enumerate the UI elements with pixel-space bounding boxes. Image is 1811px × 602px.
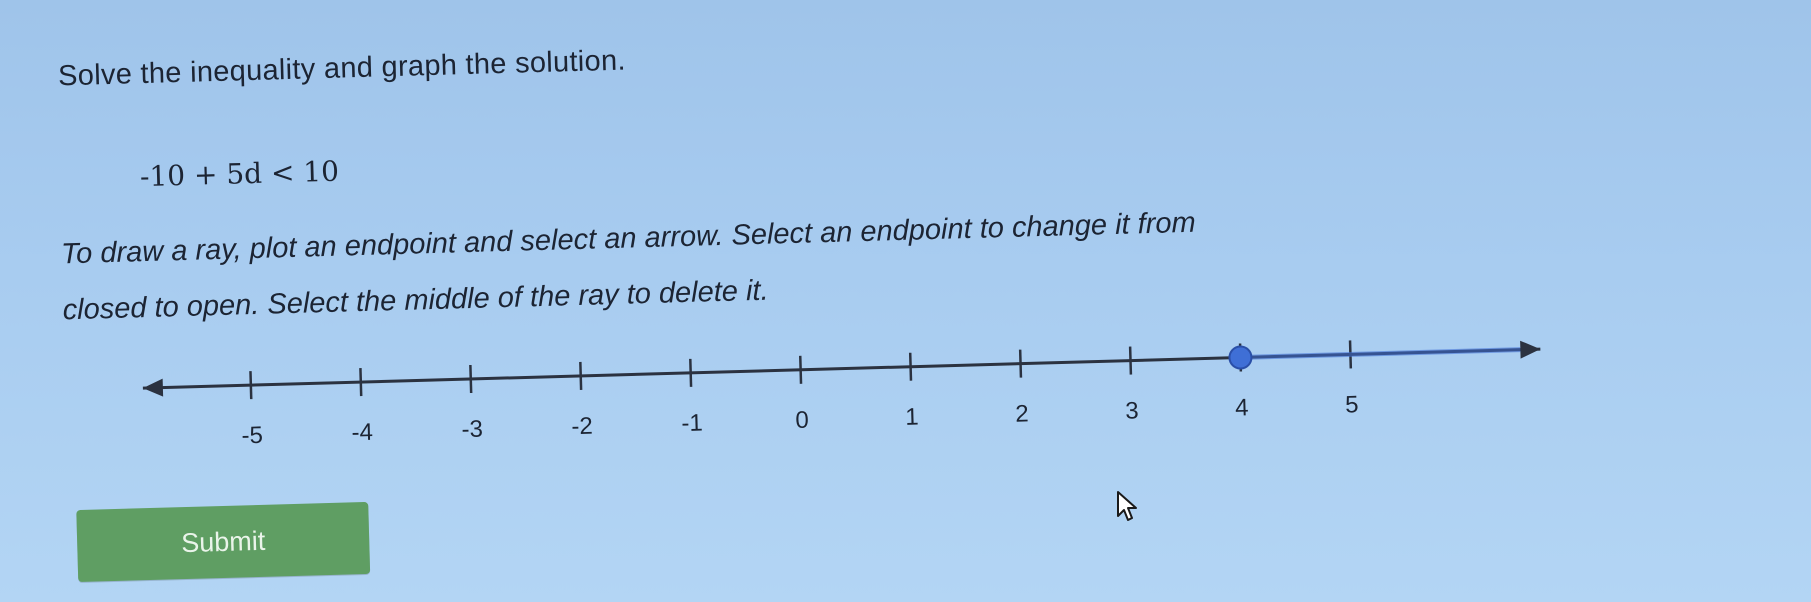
tick-label: 0 — [795, 407, 809, 434]
left-arrow-icon[interactable] — [142, 378, 164, 398]
inequality-equation: -10 + 5d < 10 — [139, 154, 340, 194]
arrow-cursor-icon — [1117, 491, 1137, 521]
tick-mark[interactable] — [798, 355, 803, 384]
tick-label: -5 — [241, 422, 263, 450]
tick-label: -2 — [571, 413, 593, 441]
tick-label: -3 — [461, 416, 483, 444]
plotted-endpoint[interactable] — [1228, 345, 1253, 370]
problem-prompt: Solve the inequality and graph the solut… — [57, 44, 627, 93]
tick-label: 5 — [1345, 391, 1359, 418]
tick-mark[interactable] — [1128, 346, 1133, 375]
tick-label: -4 — [351, 419, 373, 447]
submit-button[interactable]: Submit — [76, 501, 371, 583]
right-arrow-icon[interactable] — [1520, 340, 1541, 359]
tick-label: -1 — [681, 410, 703, 438]
tick-mark[interactable] — [689, 358, 693, 387]
tick-label: 4 — [1235, 394, 1249, 421]
tick-mark[interactable] — [579, 361, 583, 390]
tick-mark[interactable] — [908, 352, 913, 381]
problem-panel: Solve the inequality and graph the solut… — [0, 0, 1811, 602]
tick-label: 3 — [1125, 397, 1139, 424]
tick-label: 2 — [1015, 400, 1029, 427]
tick-mark[interactable] — [1018, 349, 1023, 378]
tick-mark[interactable] — [359, 368, 363, 397]
tick-mark[interactable] — [469, 364, 473, 394]
solution-ray[interactable] — [1240, 347, 1521, 361]
tick-mark[interactable] — [249, 371, 253, 400]
tick-label: 1 — [905, 404, 919, 431]
